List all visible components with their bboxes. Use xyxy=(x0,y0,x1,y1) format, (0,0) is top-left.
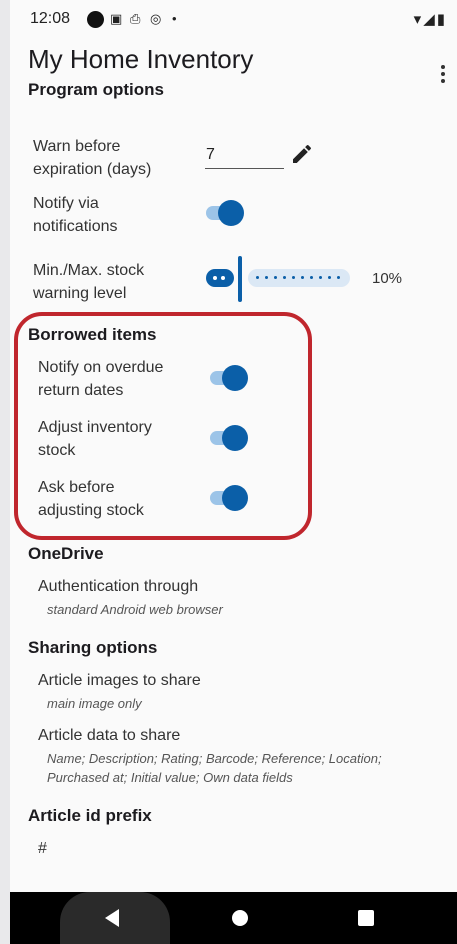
overflow-menu-icon[interactable] xyxy=(435,62,451,88)
back-icon[interactable] xyxy=(105,909,119,927)
app-title: My Home Inventory xyxy=(28,44,254,74)
notify-overdue-label: Notify on overdue return dates xyxy=(38,359,164,399)
warn-expiration-label: Warn before expiration (days) xyxy=(33,138,152,178)
notification-sim-icon: ⎙ xyxy=(130,11,141,26)
sharing-options-header: Sharing options xyxy=(28,638,158,657)
adjust-stock-label: Adjust inventory stock xyxy=(38,419,152,459)
article-images-label[interactable]: Article images to share xyxy=(38,669,201,692)
stock-warning-slider[interactable] xyxy=(206,256,356,302)
stock-warning-label: Min./Max. stock warning level xyxy=(33,262,145,302)
system-nav-bar xyxy=(10,892,457,944)
notification-dot-icon xyxy=(87,11,104,28)
notify-overdue-toggle[interactable] xyxy=(210,365,248,391)
slider-track[interactable] xyxy=(248,269,350,287)
borrowed-items-header: Borrowed items xyxy=(28,325,157,344)
notification-more-icon: • xyxy=(172,11,177,26)
recents-icon[interactable] xyxy=(358,910,374,926)
notification-sync-icon: ◎ xyxy=(150,11,162,26)
article-id-prefix-header: Article id prefix xyxy=(28,806,152,825)
page-subtitle: Program options xyxy=(28,80,165,99)
slider-handle[interactable] xyxy=(206,269,234,287)
ask-before-adjusting-toggle[interactable] xyxy=(210,485,248,511)
edit-pencil-icon[interactable] xyxy=(290,142,314,166)
notification-app-icon: ▣ xyxy=(110,11,123,26)
screen: 12:08 ▣ ⎙ ◎ • ▾◢▮ My Home Inventory Prog… xyxy=(10,0,457,944)
adjust-stock-toggle[interactable] xyxy=(210,425,248,451)
signal-battery-icons: ▾◢▮ xyxy=(413,11,447,28)
onedrive-auth-value: standard Android web browser xyxy=(47,602,223,617)
warn-expiration-input[interactable]: 7 xyxy=(205,144,284,169)
article-images-value: main image only xyxy=(47,696,142,711)
notify-notifications-toggle[interactable] xyxy=(206,200,244,226)
article-data-value: Name; Description; Rating; Barcode; Refe… xyxy=(47,751,382,785)
onedrive-header: OneDrive xyxy=(28,544,104,563)
status-bar: 12:08 ▣ ⎙ ◎ • ▾◢▮ xyxy=(10,0,457,40)
article-data-label[interactable]: Article data to share xyxy=(38,724,180,747)
slider-thumb[interactable] xyxy=(238,256,242,302)
ask-before-adjusting-label: Ask before adjusting stock xyxy=(38,479,144,519)
stock-warning-value: 10% xyxy=(372,270,403,287)
notify-notifications-label: Notify via notifications xyxy=(33,195,118,235)
home-icon[interactable] xyxy=(232,910,248,926)
onedrive-auth-label[interactable]: Authentication through xyxy=(38,575,198,598)
status-time: 12:08 xyxy=(30,10,71,27)
article-id-prefix-value[interactable]: # xyxy=(38,837,47,860)
